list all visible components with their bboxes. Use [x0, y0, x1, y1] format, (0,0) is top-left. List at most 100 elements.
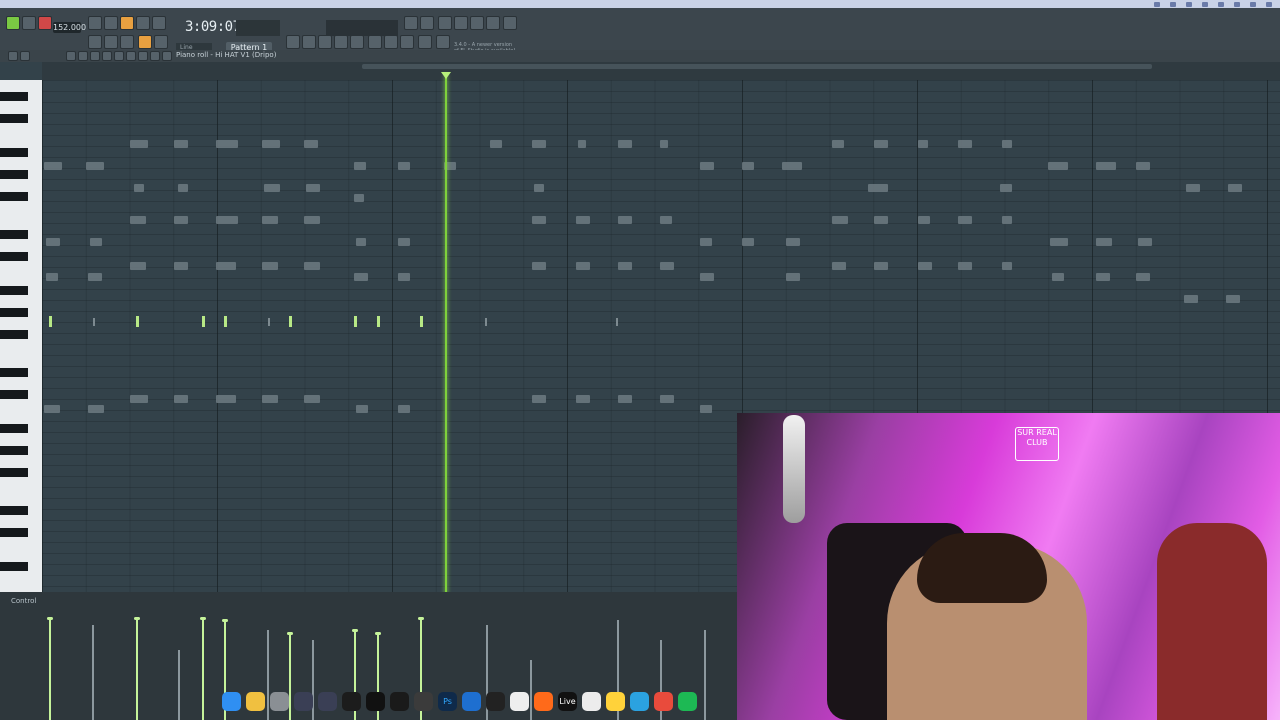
photoshop-icon[interactable]: Ps — [438, 691, 457, 711]
velocity-bar[interactable] — [178, 650, 180, 720]
velocity-bar[interactable] — [92, 625, 94, 720]
black-key[interactable] — [0, 390, 28, 399]
magnet-icon[interactable] — [20, 51, 30, 61]
black-key[interactable] — [0, 114, 28, 123]
play-button[interactable] — [6, 16, 20, 30]
loop-record-icon[interactable] — [152, 16, 166, 30]
slice-tool-icon[interactable] — [114, 51, 124, 61]
mute-tool-icon[interactable] — [102, 51, 112, 61]
black-key[interactable] — [0, 252, 28, 261]
select-tool-icon[interactable] — [78, 51, 88, 61]
black-key[interactable] — [0, 330, 28, 339]
black-key[interactable] — [0, 308, 28, 317]
chrome-icon[interactable] — [246, 691, 265, 711]
note[interactable] — [377, 316, 380, 327]
zoom-tool-icon[interactable] — [126, 51, 136, 61]
view-channel-rack-icon[interactable] — [318, 35, 332, 49]
notion-icon[interactable] — [510, 691, 529, 711]
note[interactable] — [224, 316, 227, 327]
playhead-marker[interactable] — [441, 72, 451, 79]
stop-button[interactable] — [22, 16, 36, 30]
black-key[interactable] — [0, 424, 28, 433]
view-tempo-icon[interactable] — [400, 35, 414, 49]
delete-tool-icon[interactable] — [90, 51, 100, 61]
view-plugin-picker-icon[interactable] — [368, 35, 382, 49]
ghost-note — [44, 162, 62, 170]
view-mixer-icon[interactable] — [334, 35, 348, 49]
black-key[interactable] — [0, 528, 28, 537]
view-piano-roll-icon[interactable] — [302, 35, 316, 49]
view-browser-icon[interactable] — [350, 35, 364, 49]
note[interactable] — [49, 316, 52, 327]
app-icon[interactable] — [342, 691, 361, 711]
velocity-bar[interactable] — [200, 617, 206, 720]
cpu-memory-meter — [326, 20, 398, 36]
playback-tool-icon[interactable] — [138, 51, 148, 61]
note[interactable] — [420, 316, 423, 327]
tempo-display[interactable]: 152.000 — [53, 22, 86, 33]
black-key[interactable] — [0, 286, 28, 295]
countdown-icon[interactable] — [120, 16, 134, 30]
horizontal-scrollbar[interactable] — [362, 64, 1152, 69]
firefox-icon[interactable] — [534, 691, 553, 711]
black-key[interactable] — [0, 446, 28, 455]
black-key[interactable] — [0, 192, 28, 201]
wait-record-icon[interactable] — [104, 16, 118, 30]
timeline-ruler[interactable] — [42, 62, 1280, 81]
view-playlist-icon[interactable] — [286, 35, 300, 49]
telegram-icon[interactable] — [630, 691, 649, 711]
black-key[interactable] — [0, 148, 28, 157]
velocity-bar[interactable] — [134, 617, 140, 720]
piano-keyboard[interactable] — [0, 80, 44, 592]
black-key[interactable] — [0, 230, 28, 239]
ableton-live-icon[interactable]: Live — [558, 691, 577, 711]
black-key[interactable] — [0, 506, 28, 515]
note[interactable] — [289, 316, 292, 327]
vscode-icon[interactable] — [462, 691, 481, 711]
sublime-icon[interactable] — [414, 691, 433, 711]
chatgpt-icon[interactable] — [582, 691, 601, 711]
mixer-icon[interactable] — [420, 16, 434, 30]
black-key[interactable] — [0, 562, 28, 571]
control-lane-label[interactable]: Control — [11, 597, 36, 605]
paint-icon[interactable] — [120, 35, 134, 49]
app-icon[interactable] — [606, 691, 625, 711]
view-fx-icon[interactable] — [418, 35, 432, 49]
chrome2-icon[interactable] — [654, 691, 673, 711]
speaker-icon[interactable] — [162, 51, 172, 61]
black-key[interactable] — [0, 468, 28, 477]
spotify-icon[interactable] — [678, 691, 697, 711]
black-key[interactable] — [0, 170, 28, 179]
download-icon[interactable] — [503, 16, 517, 30]
brush-icon[interactable] — [154, 35, 168, 49]
arrow-right-icon[interactable] — [104, 35, 118, 49]
app-icon[interactable] — [318, 691, 337, 711]
metronome-icon[interactable] — [88, 16, 102, 30]
note[interactable] — [354, 316, 357, 327]
news-icon[interactable] — [436, 35, 450, 49]
blend-notes-icon[interactable] — [136, 16, 150, 30]
undo-history-icon[interactable] — [404, 16, 418, 30]
capcut2-icon[interactable] — [486, 691, 505, 711]
black-key[interactable] — [0, 368, 28, 377]
search-icon[interactable] — [150, 51, 160, 61]
app-icon[interactable] — [294, 691, 313, 711]
microphone-icon[interactable] — [438, 16, 452, 30]
piano-roll-icon[interactable] — [88, 35, 102, 49]
logic-icon[interactable] — [366, 691, 385, 711]
note[interactable] — [202, 316, 205, 327]
draw-tool-icon[interactable] — [66, 51, 76, 61]
finder-icon[interactable] — [222, 691, 241, 711]
view-touch-keyboard-icon[interactable] — [384, 35, 398, 49]
velocity-bar[interactable] — [47, 617, 53, 720]
piano-roll-menu-icon[interactable] — [8, 51, 18, 61]
note[interactable] — [136, 316, 139, 327]
help-icon[interactable] — [454, 16, 468, 30]
settings-icon[interactable] — [270, 691, 289, 711]
record-button[interactable] — [38, 16, 52, 30]
plugin-icon[interactable] — [486, 16, 500, 30]
save-icon[interactable] — [470, 16, 484, 30]
black-key[interactable] — [0, 92, 28, 101]
pencil-icon[interactable] — [138, 35, 152, 49]
capcut-icon[interactable] — [390, 691, 409, 711]
